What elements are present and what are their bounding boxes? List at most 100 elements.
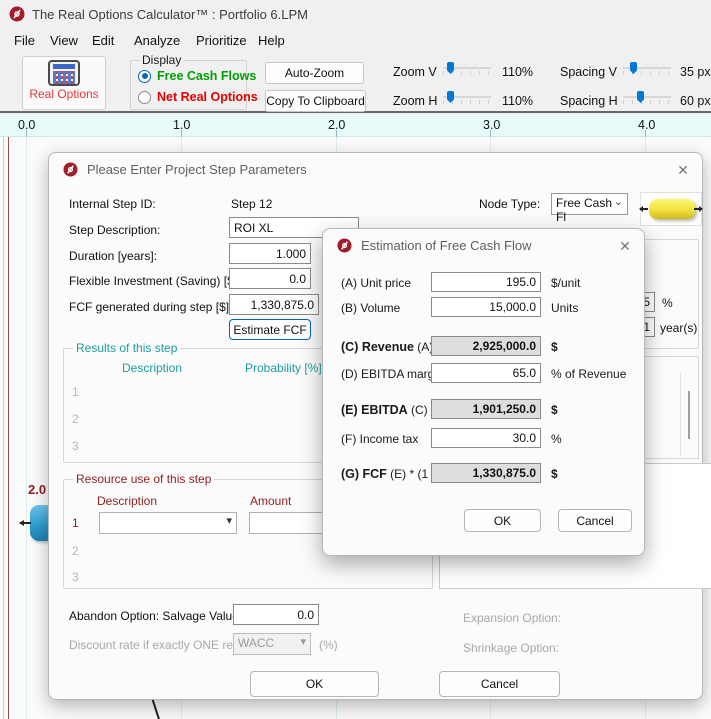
discount-rate-value: WACC <box>238 636 274 650</box>
ok-button[interactable]: OK <box>250 671 379 697</box>
results-row-number: 1 <box>72 385 79 399</box>
zoom-h-value: 110% <box>502 94 533 108</box>
close-icon[interactable]: ✕ <box>674 161 692 179</box>
internal-step-id-value: Step 12 <box>231 197 272 211</box>
discount-rate-dropdown: WACC ▾ <box>233 633 311 655</box>
dialog-logo-icon <box>337 238 352 253</box>
ebitda-margin-input[interactable] <box>431 363 541 383</box>
node-shape-preview <box>640 192 702 226</box>
application-window: The Real Options Calculator™ : Portfolio… <box>0 0 711 719</box>
cancel-button[interactable]: Cancel <box>558 509 632 532</box>
fcf-row-unit: % of Revenue <box>551 367 626 381</box>
resource-description-dropdown[interactable]: ▾ <box>99 512 237 534</box>
revenue-readonly-field <box>431 336 541 356</box>
copy-to-clipboard-button[interactable]: Copy To Clipboard <box>265 90 366 112</box>
display-group: Display Free Cash Flows Net Real Options <box>130 60 247 110</box>
node-connector-arrow <box>20 522 31 524</box>
zoom-v-slider[interactable] <box>443 62 491 76</box>
flexible-investment-label: Flexible Investment (Saving) [$]: <box>69 274 240 288</box>
discount-rate-unit: (%) <box>319 638 338 652</box>
shrinkage-option-label: Shrinkage Option: <box>463 641 559 655</box>
results-col-probability: Probability [%] <box>245 361 322 375</box>
spacing-v-value: 35 px <box>680 65 711 79</box>
resource-row-number: 2 <box>72 544 79 558</box>
menu-view[interactable]: View <box>44 31 84 50</box>
dialog-title: Estimation of Free Cash Flow <box>337 238 532 253</box>
fcf-row-unit: $/unit <box>551 276 580 290</box>
auto-zoom-button[interactable]: Auto-Zoom <box>265 62 364 84</box>
fcf-row-label: (B) Volume <box>341 301 400 315</box>
toolbar: Real Options Display Free Cash Flows Net… <box>0 52 711 113</box>
radio-net-real-options[interactable]: Net Real Options <box>138 90 258 104</box>
canvas-row-label: 2.0 <box>28 482 46 497</box>
dialog-logo-icon <box>63 162 78 177</box>
fcf-row-unit: $ <box>551 340 558 354</box>
fcf-row-label: (A) Unit price <box>341 276 411 290</box>
resource-col-amount: Amount <box>250 494 291 508</box>
fcf-row-unit: Units <box>551 301 578 315</box>
duration-input[interactable] <box>229 243 311 264</box>
radio-icon <box>138 91 151 104</box>
thin-scrollbar[interactable] <box>688 391 690 439</box>
zoom-v-label: Zoom V <box>393 65 437 79</box>
spacing-v-label: Spacing V <box>560 65 617 79</box>
close-icon[interactable]: ✕ <box>616 237 634 255</box>
fcf-readonly-field <box>431 463 541 483</box>
menu-help[interactable]: Help <box>252 31 291 50</box>
yellow-node-icon <box>649 199 695 219</box>
flexible-investment-input[interactable] <box>229 268 311 289</box>
title-bar: The Real Options Calculator™ : Portfolio… <box>0 0 711 28</box>
app-logo-icon <box>9 6 25 22</box>
display-group-label: Display <box>139 53 184 67</box>
resource-col-description: Description <box>97 494 157 508</box>
zoom-h-slider[interactable] <box>443 91 491 105</box>
ok-button[interactable]: OK <box>464 509 541 532</box>
abandon-option-label: Abandon Option: Salvage Value [$]: <box>69 609 259 623</box>
fcf-estimation-dialog: Estimation of Free Cash Flow ✕ (A) Unit … <box>322 228 645 556</box>
menu-edit[interactable]: Edit <box>86 31 120 50</box>
abandon-salvage-input[interactable] <box>233 604 319 625</box>
node-type-label: Node Type: <box>479 197 540 211</box>
spacing-v-slider[interactable] <box>623 62 671 76</box>
spacing-h-slider[interactable] <box>623 91 671 105</box>
dialog-title: Please Enter Project Step Parameters <box>63 162 307 177</box>
dialog-title-text: Please Enter Project Step Parameters <box>87 162 307 177</box>
canvas-edge-line <box>151 697 161 719</box>
chevron-down-icon: ▾ <box>226 514 232 527</box>
resource-row-number: 3 <box>72 570 79 584</box>
calculator-icon <box>48 60 80 86</box>
income-tax-input[interactable] <box>431 428 541 448</box>
menu-analyze[interactable]: Analyze <box>128 31 186 50</box>
real-options-label: Real Options <box>23 87 105 101</box>
spacing-h-value: 60 px <box>680 94 711 108</box>
real-options-button[interactable]: Real Options <box>22 56 106 110</box>
resource-group-title: Resource use of this step <box>73 472 214 486</box>
ebitda-readonly-field <box>431 399 541 419</box>
duration-label: Duration [years]: <box>69 249 157 263</box>
dialog-title-text: Estimation of Free Cash Flow <box>361 238 532 253</box>
unit-price-input[interactable] <box>431 272 541 292</box>
node-type-value: Free Cash Fl <box>556 196 612 224</box>
node-type-dropdown[interactable]: Free Cash Fl ⌄ <box>551 193 628 215</box>
spacing-h-label: Spacing H <box>560 94 618 108</box>
internal-step-id-label: Internal Step ID: <box>69 197 156 211</box>
zoom-h-label: Zoom H <box>393 94 437 108</box>
connector-in-icon <box>640 208 648 210</box>
cancel-button[interactable]: Cancel <box>439 671 560 697</box>
results-row-number: 2 <box>72 412 79 426</box>
radio-icon <box>138 70 151 83</box>
connector-out-icon <box>694 208 702 210</box>
fcf-row-unit: $ <box>551 467 558 481</box>
fcf-row-unit: $ <box>551 403 558 417</box>
zoom-v-value: 110% <box>502 65 533 79</box>
estimate-fcf-button[interactable]: Estimate FCF <box>229 319 311 340</box>
menu-file[interactable]: File <box>8 31 41 50</box>
volume-input[interactable] <box>431 297 541 317</box>
menu-bar: File View Edit Analyze Prioritize Help <box>0 28 711 52</box>
fcf-row-label: (D) EBITDA margin <box>341 367 444 381</box>
expansion-option-label: Expansion Option: <box>463 611 561 625</box>
radio-free-cash-flows[interactable]: Free Cash Flows <box>138 69 256 83</box>
chevron-down-icon: ▾ <box>300 635 306 648</box>
menu-prioritize[interactable]: Prioritize <box>190 31 253 50</box>
fcf-generated-input[interactable] <box>229 294 319 315</box>
